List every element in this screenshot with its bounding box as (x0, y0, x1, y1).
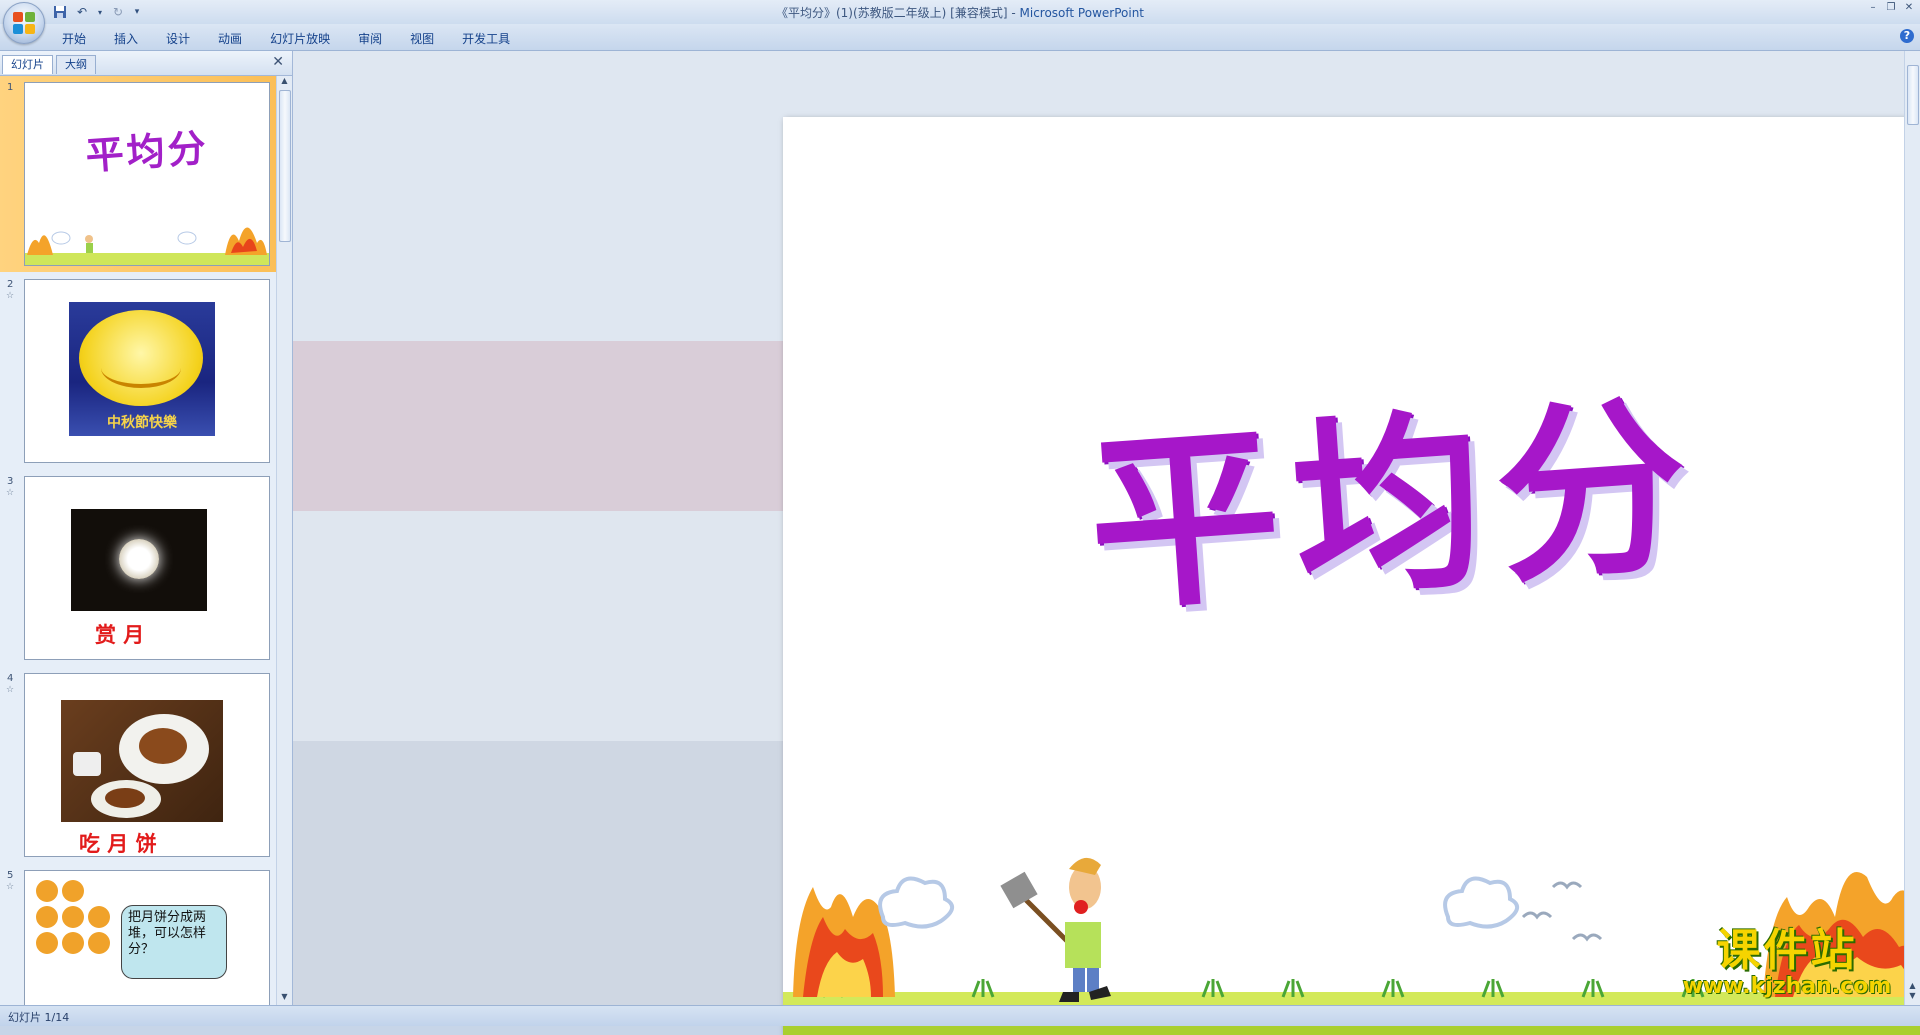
slide-caption: 吃 月 饼 (79, 832, 157, 856)
slide-thumbnail-2[interactable]: 2 ☆ 中秋節快樂 (0, 273, 276, 469)
current-slide[interactable]: 平均分 (783, 117, 1920, 1035)
tab-slides[interactable]: 幻灯片 (2, 55, 53, 74)
slides-panel: 幻灯片 大纲 ✕ 1 平均分 2 ☆ 中秋節快樂 3 ☆ 赏 月 4 ☆ 吃 月… (0, 51, 293, 1005)
speech-bubble: 把月饼分成两堆，可以怎样分？ (121, 905, 227, 979)
watermark-logo: 课件站 www.kjzhan.com (1672, 927, 1902, 1003)
animation-star-icon: ☆ (6, 882, 15, 892)
window-title: 《平均分》(1)(苏教版二年级上) [兼容模式] - Microsoft Pow… (0, 4, 1920, 21)
restore-icon[interactable]: ❐ (1884, 2, 1898, 14)
tab-developer[interactable]: 开发工具 (448, 28, 524, 49)
slide-thumbnail-4[interactable]: 4 ☆ 吃 月 饼 (0, 667, 276, 863)
watermark-url: www.kjzhan.com (1682, 974, 1892, 999)
minimize-icon[interactable]: – (1866, 2, 1880, 14)
scroll-up-icon[interactable]: ▲ (277, 76, 292, 89)
slide-caption: 赏 月 (95, 623, 145, 647)
landscape-illustration (783, 857, 1920, 1035)
close-panel-icon[interactable]: ✕ (272, 54, 284, 70)
title-separator: - (1007, 6, 1020, 20)
mooncakes-grid (36, 880, 110, 954)
tab-review[interactable]: 审阅 (344, 28, 396, 49)
scroll-down-icon[interactable]: ▼ (277, 992, 292, 1005)
slide-preview: 赏 月 (24, 476, 270, 660)
office-logo-icon (13, 12, 35, 34)
animation-star-icon: ☆ (6, 488, 15, 498)
full-moon-picture (71, 509, 207, 611)
window-controls: – ❐ ✕ (1866, 2, 1916, 14)
banner-text: 中秋節快樂 (107, 415, 177, 431)
animation-star-icon: ☆ (6, 685, 15, 695)
tab-design[interactable]: 设计 (152, 28, 204, 49)
watermark-title: 课件站 (1716, 925, 1858, 976)
slide-number: 5 (7, 870, 14, 881)
slide-thumbnail-3[interactable]: 3 ☆ 赏 月 (0, 470, 276, 666)
slide-preview: 把月饼分成两堆，可以怎样分？ (24, 870, 270, 1005)
tab-home[interactable]: 开始 (48, 28, 100, 49)
document-title: 《平均分》(1)(苏教版二年级上) [兼容模式] (775, 6, 1008, 20)
slide-number: 1 (7, 82, 14, 93)
tab-insert[interactable]: 插入 (100, 28, 152, 49)
slide-editing-area: 平均分 (293, 51, 1920, 1035)
status-bar: 幻灯片 1/14 (0, 1005, 1920, 1026)
slide-preview: 吃 月 饼 (24, 673, 270, 857)
slide-thumbnail-list: 1 平均分 2 ☆ 中秋節快樂 3 ☆ 赏 月 4 ☆ 吃 月 饼 5 ☆ 把月… (0, 76, 276, 1005)
panel-scrollbar[interactable]: ▲ ▼ (276, 76, 292, 1005)
slide-number: 4 (7, 673, 14, 684)
slide-thumbnail-5[interactable]: 5 ☆ 把月饼分成两堆，可以怎样分？ (0, 864, 276, 1005)
editor-scrollbar[interactable]: ▲ ▼ (1904, 51, 1920, 1005)
slide-count-status: 幻灯片 1/14 (8, 1011, 70, 1024)
ribbon-tab-bar: 开始 插入 设计 动画 幻灯片放映 审阅 视图 开发工具 ? (0, 24, 1920, 51)
prev-next-slide-icon[interactable]: ▲ ▼ (1905, 981, 1920, 1001)
slide-number: 3 (7, 476, 14, 487)
scrollbar-thumb[interactable] (279, 90, 291, 242)
tab-animations[interactable]: 动画 (204, 28, 256, 49)
tab-outline[interactable]: 大纲 (56, 55, 96, 74)
slide-thumbnail-1[interactable]: 1 平均分 (0, 76, 276, 272)
close-icon[interactable]: ✕ (1902, 2, 1916, 14)
slide-preview: 平均分 (24, 82, 270, 266)
slide-number: 2 (7, 279, 14, 290)
tab-slideshow[interactable]: 幻灯片放映 (256, 28, 344, 49)
worker-figure (1000, 857, 1111, 1002)
panel-tabs: 幻灯片 大纲 ✕ (0, 51, 292, 76)
title-bar: ↶ ▾ ↻ ▾ 《平均分》(1)(苏教版二年级上) [兼容模式] - Micro… (0, 0, 1920, 44)
help-icon[interactable]: ? (1900, 29, 1914, 43)
tab-view[interactable]: 视图 (396, 28, 448, 49)
slide-preview: 中秋節快樂 (24, 279, 270, 463)
office-button[interactable] (3, 2, 45, 44)
mooncake-picture (61, 700, 223, 822)
scrollbar-thumb[interactable] (1907, 65, 1919, 125)
moon-picture: 中秋節快樂 (69, 302, 215, 436)
smiling-moon (79, 310, 203, 406)
landscape-illustration (25, 227, 269, 265)
app-name: Microsoft PowerPoint (1019, 6, 1145, 20)
animation-star-icon: ☆ (6, 291, 15, 301)
